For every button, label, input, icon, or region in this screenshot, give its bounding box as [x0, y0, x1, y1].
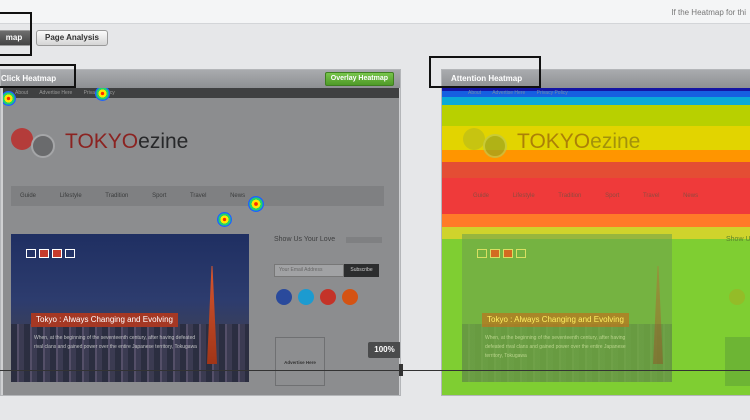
- overlay-heatmap-button[interactable]: Overlay Heatmap: [324, 72, 394, 86]
- top-note: If the Heatmap for thi: [671, 8, 746, 17]
- nav-item-travel[interactable]: Travel: [190, 193, 206, 199]
- sidebar-title: Show Us Your Love: [274, 236, 336, 243]
- slide-dot: [516, 249, 526, 258]
- top-toolbar: If the Heatmap for thi: [0, 0, 750, 24]
- nav-item-guide: Guide: [473, 193, 490, 199]
- slide-dot-active: [490, 249, 500, 258]
- advertise-here-box[interactable]: Advertise Here: [275, 337, 325, 386]
- site-navigation: Guide Lifestyle Tradition Sport Travel N…: [464, 186, 750, 206]
- hero-title[interactable]: Tokyo : Always Changing and Evolving: [31, 313, 178, 327]
- hero-slide: Tokyo : Always Changing and Evolving Whe…: [462, 234, 672, 382]
- hero-slide[interactable]: Tokyo : Always Changing and Evolving Whe…: [11, 234, 249, 382]
- site-logo-text: TOKYOezine: [517, 130, 641, 153]
- slide-indicators: [477, 249, 526, 258]
- site-topbar-link[interactable]: About: [15, 90, 28, 96]
- attention-heatmap-header: Attention Heatmap: [442, 70, 750, 88]
- sidebar-title: Show Us Your Love: [726, 236, 750, 243]
- site-logo-text: TOKYOezine: [65, 130, 189, 153]
- nav-item-tradition[interactable]: Tradition: [105, 193, 128, 199]
- click-heatmap-title: Click Heatmap: [1, 74, 57, 83]
- hero-title: Tokyo : Always Changing and Evolving: [482, 313, 629, 327]
- click-hotspot: [217, 212, 232, 227]
- click-hotspot: [3, 91, 16, 106]
- tokyo-tower-image: [207, 266, 217, 364]
- slide-dot[interactable]: [65, 249, 75, 258]
- site-topbar-link[interactable]: Advertise Here: [39, 90, 72, 96]
- nav-item-travel: Travel: [642, 193, 660, 199]
- site-topbar: About Advertise Here Privacy Policy: [442, 88, 750, 98]
- site-logo-icon: [463, 126, 507, 158]
- click-heatmap-header: Click Heatmap Overlay Heatmap: [1, 70, 400, 88]
- tab-page-analysis[interactable]: Page Analysis: [36, 30, 108, 46]
- nav-item-sport: Sport: [605, 193, 620, 199]
- page-fold-line: [0, 370, 750, 371]
- zoom-indicator[interactable]: 100%: [368, 342, 400, 358]
- hero-text: When, at the beginning of the seventeent…: [485, 335, 626, 359]
- slide-indicators[interactable]: [26, 249, 75, 258]
- site-logo-icon: [11, 126, 55, 158]
- nav-item-tradition: Tradition: [558, 193, 582, 199]
- facebook-icon[interactable]: [276, 289, 292, 305]
- nav-item-news[interactable]: News: [230, 193, 245, 199]
- twitter-icon[interactable]: [298, 289, 314, 305]
- attention-heatmap-title: Attention Heatmap: [451, 74, 523, 83]
- attention-heatmap-preview: About Advertise Here Privacy Policy TOKY…: [442, 88, 750, 395]
- subscribe-button[interactable]: Subscribe: [344, 264, 379, 277]
- site-logo: TOKYOezine: [463, 126, 640, 158]
- sidebar-title-rule: [346, 237, 382, 243]
- slide-dot: [477, 249, 487, 258]
- site-topbar-link: Advertise Here: [492, 90, 526, 96]
- site-logo[interactable]: TOKYOezine: [11, 126, 188, 158]
- hero-text: When, at the beginning of the seventeent…: [34, 335, 197, 350]
- click-hotspot: [248, 196, 264, 212]
- fold-drag-handle[interactable]: [399, 364, 403, 376]
- website-preview: About Advertise Here Privacy Policy TOKY…: [3, 88, 399, 395]
- tab-heatmap[interactable]: map: [0, 30, 32, 46]
- nav-item-guide[interactable]: Guide: [20, 193, 36, 199]
- slide-dot-active[interactable]: [39, 249, 49, 258]
- slide-dot[interactable]: [26, 249, 36, 258]
- nav-item-sport[interactable]: Sport: [152, 193, 166, 199]
- site-navigation: Guide Lifestyle Tradition Sport Travel N…: [11, 186, 384, 206]
- email-field[interactable]: Your Email Address: [274, 264, 344, 277]
- attention-heatmap-panel: Attention Heatmap About Advertise Here P…: [441, 69, 750, 396]
- tokyo-tower-image: [653, 266, 663, 364]
- nav-item-lifestyle[interactable]: Lifestyle: [60, 193, 82, 199]
- rss-icon[interactable]: [342, 289, 358, 305]
- slide-dot-active[interactable]: [52, 249, 62, 258]
- nav-item-lifestyle: Lifestyle: [512, 193, 535, 199]
- site-topbar-link: Privacy Policy: [536, 90, 568, 96]
- click-hotspot: [95, 88, 110, 101]
- site-topbar: About Advertise Here Privacy Policy: [3, 88, 399, 98]
- click-heatmap-panel: Click Heatmap Overlay Heatmap About Adve…: [0, 69, 401, 396]
- google-plus-icon[interactable]: [320, 289, 336, 305]
- social-icon: [729, 289, 745, 305]
- nav-item-news: News: [683, 193, 699, 199]
- slide-dot-active: [503, 249, 513, 258]
- social-icons: [276, 289, 358, 305]
- site-topbar-link: About: [468, 90, 482, 96]
- advertise-here-box: [725, 337, 750, 386]
